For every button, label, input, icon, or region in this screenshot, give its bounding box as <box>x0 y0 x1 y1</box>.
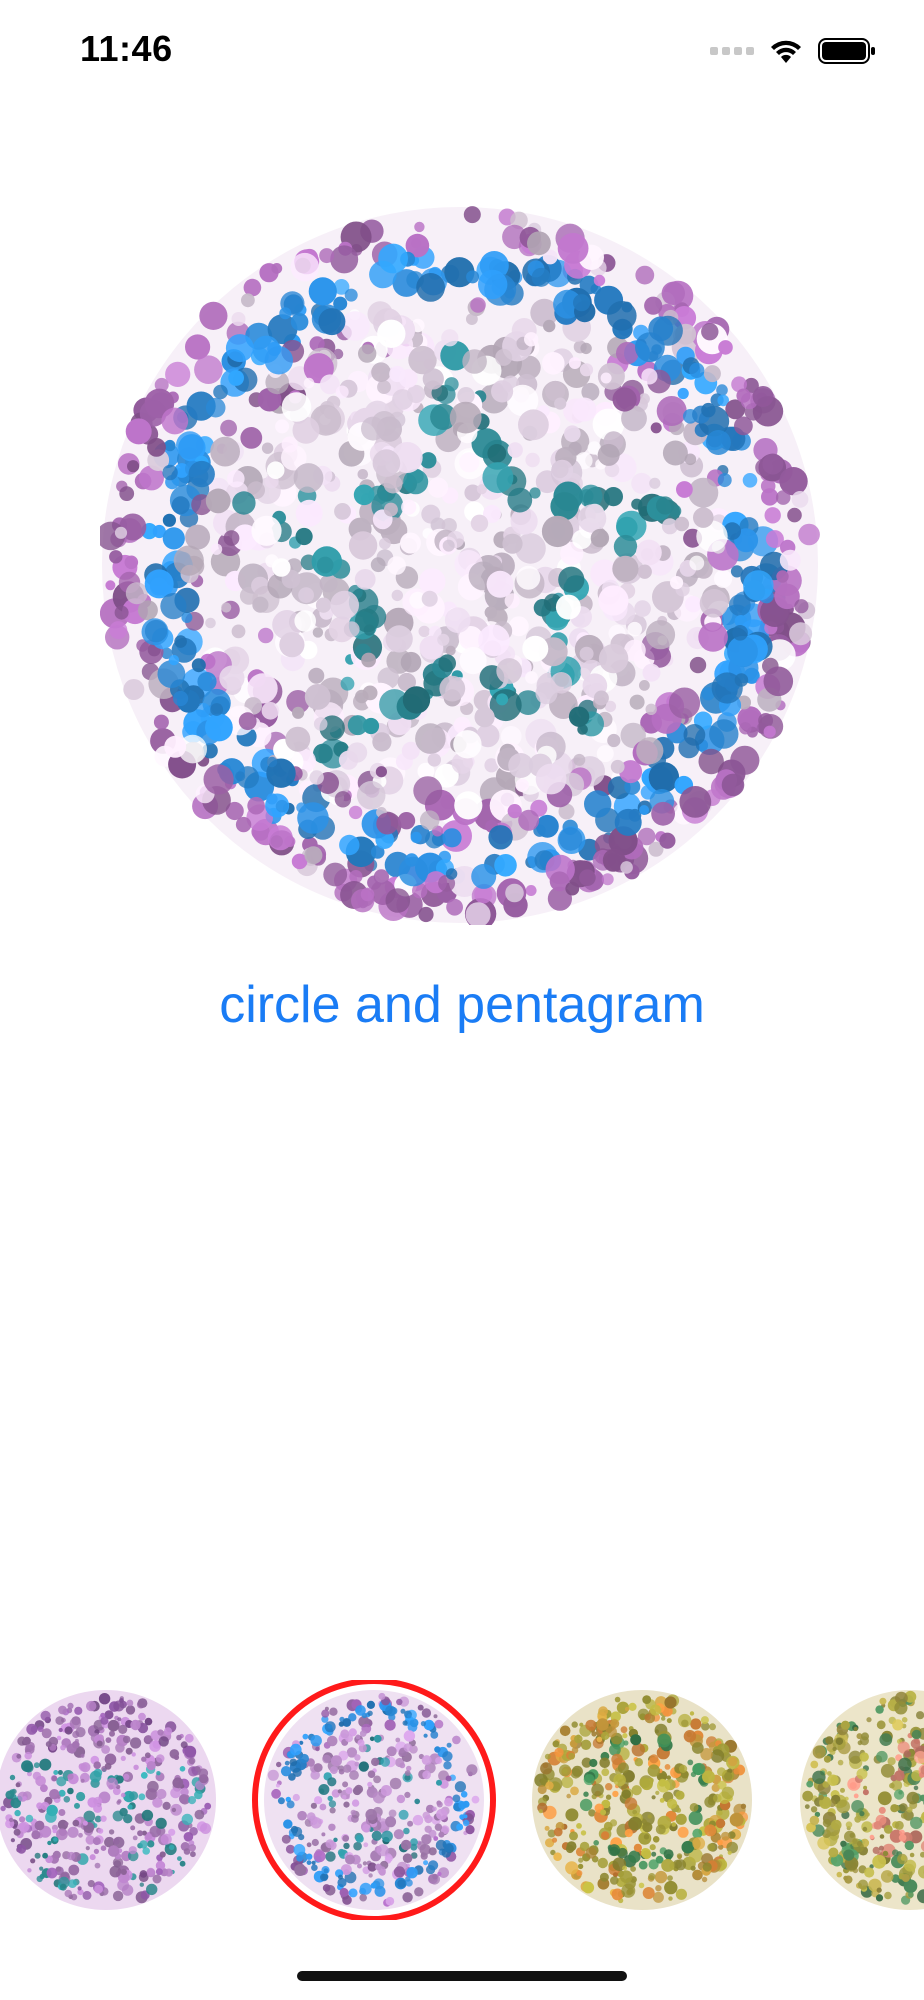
plate-thumb-green-orange[interactable] <box>530 1688 754 1912</box>
plate-thumb-circles[interactable] <box>0 1688 218 1912</box>
color-plate-image <box>100 206 820 925</box>
battery-icon <box>818 38 875 64</box>
wifi-icon <box>771 40 801 63</box>
thumbnail-strip[interactable] <box>0 1680 924 1920</box>
status-time: 11:46 <box>80 28 173 69</box>
plate-thumb-circle-pentagram[interactable] <box>262 1688 486 1912</box>
plate-thumb-olive-salmon[interactable] <box>798 1688 924 1912</box>
status-icons <box>710 34 876 68</box>
plate-caption[interactable]: circle and pentagram <box>0 975 924 1035</box>
selected-thumb-wrapper[interactable] <box>252 1680 496 1920</box>
status-bar: 11:46 <box>0 0 924 100</box>
signal-icon <box>710 47 754 55</box>
home-indicator <box>297 1971 627 1981</box>
